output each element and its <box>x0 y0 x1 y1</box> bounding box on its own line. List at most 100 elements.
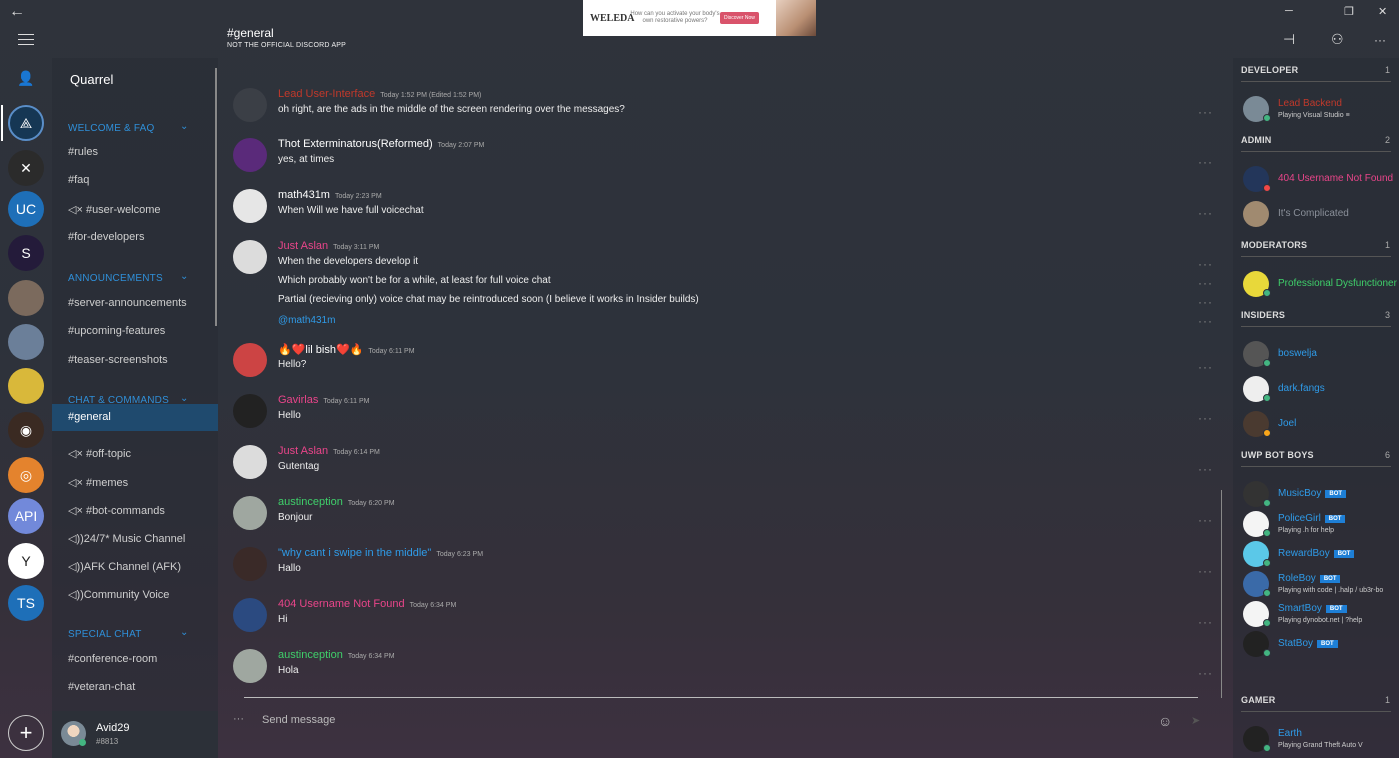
member-item[interactable]: MusicBoy BOT <box>1243 479 1399 507</box>
back-arrow-icon[interactable]: ← <box>9 3 25 21</box>
avatar[interactable] <box>233 394 267 428</box>
blender-icon[interactable]: ◎ <box>8 457 44 493</box>
message-author[interactable]: 🔥❤️lil bish❤️🔥 Today 6:11 PM <box>278 343 415 356</box>
message-options-button[interactable]: ··· <box>1198 206 1213 220</box>
channel-afk-channel-afk-[interactable]: ◁))AFK Channel (AFK) <box>68 560 181 573</box>
member-item[interactable]: Joel <box>1243 409 1399 437</box>
author-name[interactable]: 🔥❤️lil bish❤️🔥 <box>278 344 363 356</box>
chevron-down-icon[interactable]: ⌄ <box>180 121 189 132</box>
author-name[interactable]: austinception <box>278 649 343 661</box>
avatar[interactable] <box>233 649 267 683</box>
emoji-icon[interactable]: ☺ <box>1158 713 1172 729</box>
message-options-button[interactable]: ··· <box>1198 513 1213 527</box>
quarrel-icon[interactable]: ⟁ <box>8 105 44 141</box>
member-item[interactable]: boswelja <box>1243 339 1399 367</box>
message-author[interactable]: Just Aslan Today 6:14 PM <box>278 445 380 457</box>
member-item[interactable]: RoleBoy BOT Playing with code | .halp / ub… <box>1243 569 1399 597</box>
send-icon[interactable]: ➤ <box>1191 714 1200 727</box>
message-scrollbar[interactable] <box>1221 490 1222 698</box>
channel-memes[interactable]: ◁× #memes <box>68 476 128 489</box>
avatar[interactable] <box>233 88 267 122</box>
member-item[interactable]: 404 Username Not Found <box>1243 164 1399 192</box>
ad-cta-button[interactable]: Discover Now <box>720 12 759 24</box>
mention-link[interactable]: @math431m <box>278 315 335 326</box>
lemon-icon[interactable] <box>8 368 44 404</box>
api-icon[interactable]: API <box>8 498 44 534</box>
uc-icon[interactable]: UC <box>8 191 44 227</box>
channel-user-welcome[interactable]: ◁× #user-welcome <box>68 203 161 216</box>
channel-bot-commands[interactable]: ◁× #bot-commands <box>68 504 165 517</box>
author-name[interactable]: "why cant i swipe in the middle" <box>278 547 431 559</box>
channel-24-7-music-channel[interactable]: ◁))24/7* Music Channel <box>68 532 185 545</box>
channel-scrollbar[interactable] <box>215 68 217 326</box>
message-options-button[interactable]: ··· <box>1198 615 1213 629</box>
members-icon[interactable]: ⚇ <box>1331 31 1344 48</box>
message-author[interactable]: austinception Today 6:20 PM <box>278 496 395 508</box>
member-item[interactable]: Lead Backend Playing Visual Studio ≡ <box>1243 94 1399 122</box>
message-author[interactable]: math431m Today 2:23 PM <box>278 189 382 201</box>
member-item[interactable]: SmartBoy BOT Playing dynobot.net | ?help <box>1243 599 1399 627</box>
avatar[interactable] <box>233 189 267 223</box>
member-item[interactable]: RewardBoy BOT <box>1243 539 1399 567</box>
channel-category[interactable]: SPECIAL CHAT ⌄ <box>68 627 188 640</box>
castle-icon[interactable] <box>8 324 44 360</box>
channel-upcoming-features[interactable]: #upcoming-features <box>68 325 165 337</box>
author-name[interactable]: Thot Exterminatorus(Reformed) <box>278 138 433 150</box>
member-item[interactable]: It's Complicated <box>1243 199 1399 227</box>
message-author[interactable]: austinception Today 6:34 PM <box>278 649 395 661</box>
x-icon[interactable]: ✕ <box>8 150 44 186</box>
message-author[interactable]: "why cant i swipe in the middle" Today 6:… <box>278 547 483 559</box>
author-name[interactable]: austinception <box>278 496 343 508</box>
chevron-down-icon[interactable]: ⌄ <box>180 627 189 638</box>
rock-icon[interactable] <box>8 280 44 316</box>
more-options-button[interactable]: ··· <box>1374 33 1386 47</box>
channel-for-developers[interactable]: #for-developers <box>68 231 144 243</box>
author-name[interactable]: 404 Username Not Found <box>278 598 405 610</box>
chevron-down-icon[interactable]: ⌄ <box>180 271 189 282</box>
channel-category[interactable]: WELCOME & FAQ ⌄ <box>68 121 188 134</box>
message-author[interactable]: Thot Exterminatorus(Reformed) Today 2:07 … <box>278 138 484 150</box>
user-icon[interactable]: 👤 <box>8 60 44 96</box>
message-author[interactable]: Lead User-Interface Today 1:52 PM (Edited… <box>278 88 481 100</box>
attach-menu-button[interactable]: ··· <box>233 713 244 725</box>
message-options-button[interactable]: ··· <box>1198 314 1213 328</box>
member-item[interactable]: dark.fangs <box>1243 374 1399 402</box>
message-options-button[interactable]: ··· <box>1198 105 1213 119</box>
channel-general[interactable]: #general <box>52 404 218 431</box>
avatar[interactable] <box>233 445 267 479</box>
author-name[interactable]: math431m <box>278 189 330 201</box>
message-options-button[interactable]: ··· <box>1198 411 1213 425</box>
user-panel[interactable]: Avid29 #8813 <box>52 711 218 758</box>
channel-veteran-chat[interactable]: #veteran-chat <box>68 681 135 693</box>
channel-teaser-screenshots[interactable]: #teaser-screenshots <box>68 354 168 366</box>
author-name[interactable]: Just Aslan <box>278 240 328 252</box>
member-item[interactable]: StatBoy BOT <box>1243 629 1399 657</box>
message-options-button[interactable]: ··· <box>1198 666 1213 680</box>
author-name[interactable]: Just Aslan <box>278 445 328 457</box>
message-input[interactable]: Send message <box>262 714 335 726</box>
message-options-button[interactable]: ··· <box>1198 276 1213 290</box>
ts-icon[interactable]: TS <box>8 585 44 621</box>
member-item[interactable]: PoliceGirl BOT Playing .h for help <box>1243 509 1399 537</box>
avatar[interactable] <box>233 343 267 377</box>
channel-conference-room[interactable]: #conference-room <box>68 653 157 665</box>
channel-faq[interactable]: #faq <box>68 174 89 186</box>
channel-category[interactable]: ANNOUNCEMENTS ⌄ <box>68 271 188 284</box>
message-author[interactable]: Just Aslan Today 3:11 PM <box>278 240 379 252</box>
overwatch-icon[interactable]: ◉ <box>8 412 44 448</box>
message-author[interactable]: 404 Username Not Found Today 6:34 PM <box>278 598 456 610</box>
message-options-button[interactable]: ··· <box>1198 257 1213 271</box>
avatar[interactable] <box>233 240 267 274</box>
ad-banner[interactable]: WELEDA How can you activate your body's … <box>583 0 816 36</box>
message-options-button[interactable]: ··· <box>1198 360 1213 374</box>
message-options-button[interactable]: ··· <box>1198 564 1213 578</box>
channel-off-topic[interactable]: ◁× #off-topic <box>68 447 131 460</box>
close-button[interactable]: ✕ <box>1378 5 1387 18</box>
add-server-button[interactable]: + <box>8 715 44 751</box>
message-author[interactable]: Gavirlas Today 6:11 PM <box>278 394 370 406</box>
channel-rules[interactable]: #rules <box>68 146 98 158</box>
message-options-button[interactable]: ··· <box>1198 155 1213 169</box>
avatar[interactable] <box>233 598 267 632</box>
avatar[interactable] <box>233 547 267 581</box>
chevron-down-icon[interactable]: ⌄ <box>180 393 189 404</box>
